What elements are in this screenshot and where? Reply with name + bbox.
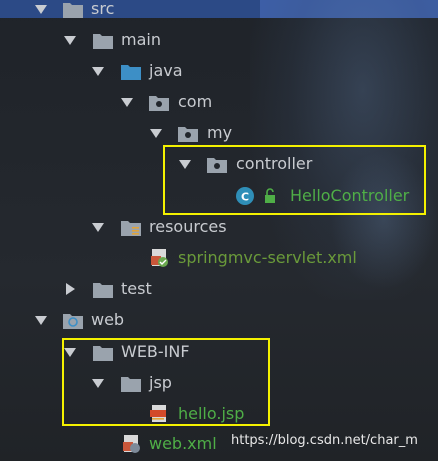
tree-label-java: java xyxy=(149,61,183,80)
tree-label-springmvc-servlet: springmvc-servlet.xml xyxy=(178,248,357,267)
tree-label-com: com xyxy=(178,92,213,111)
expand-arrow-icon[interactable] xyxy=(120,95,134,109)
folder-icon xyxy=(92,30,114,50)
expand-arrow-icon[interactable] xyxy=(149,126,163,140)
tree-label-main: main xyxy=(121,30,161,49)
highlight-box-web-inf xyxy=(62,338,270,426)
tree-label-resources: resources xyxy=(149,217,227,236)
source-folder-icon xyxy=(120,61,142,81)
folder-icon xyxy=(62,0,84,19)
tree-label-my: my xyxy=(207,123,233,142)
tree-node-springmvc-servlet[interactable]: springmvc-servlet.xml xyxy=(0,246,438,270)
xml-file-icon xyxy=(148,248,170,268)
folder-icon xyxy=(92,279,114,299)
tree-label-test: test xyxy=(121,279,152,298)
tree-label-web-xml: web.xml xyxy=(149,434,217,453)
resources-folder-icon xyxy=(120,217,142,237)
tree-node-web[interactable]: web xyxy=(0,308,438,332)
tree-node-my[interactable]: my xyxy=(0,121,438,145)
expand-arrow-icon[interactable] xyxy=(63,33,77,47)
expand-arrow-icon[interactable] xyxy=(91,220,105,234)
xml-file-icon xyxy=(120,434,142,454)
tree-node-src[interactable]: src xyxy=(0,0,438,21)
package-icon xyxy=(148,92,170,112)
package-icon xyxy=(177,123,199,143)
expand-arrow-icon[interactable] xyxy=(91,64,105,78)
collapse-arrow-icon[interactable] xyxy=(63,282,77,296)
expand-arrow-icon[interactable] xyxy=(34,313,48,327)
tree-node-com[interactable]: com xyxy=(0,90,438,114)
tree-node-java[interactable]: java xyxy=(0,59,438,83)
tree-label-web: web xyxy=(91,310,125,329)
web-folder-icon xyxy=(62,310,84,330)
project-tree: src main java com my controller C HelloC… xyxy=(0,0,438,461)
tree-label-src: src xyxy=(91,0,115,18)
tree-node-test[interactable]: test xyxy=(0,277,438,301)
tree-node-main[interactable]: main xyxy=(0,28,438,52)
expand-arrow-icon[interactable] xyxy=(34,2,48,16)
tree-node-resources[interactable]: resources xyxy=(0,215,438,239)
watermark-text: https://blog.csdn.net/char_m xyxy=(231,433,418,448)
highlight-box-controller xyxy=(163,145,426,215)
